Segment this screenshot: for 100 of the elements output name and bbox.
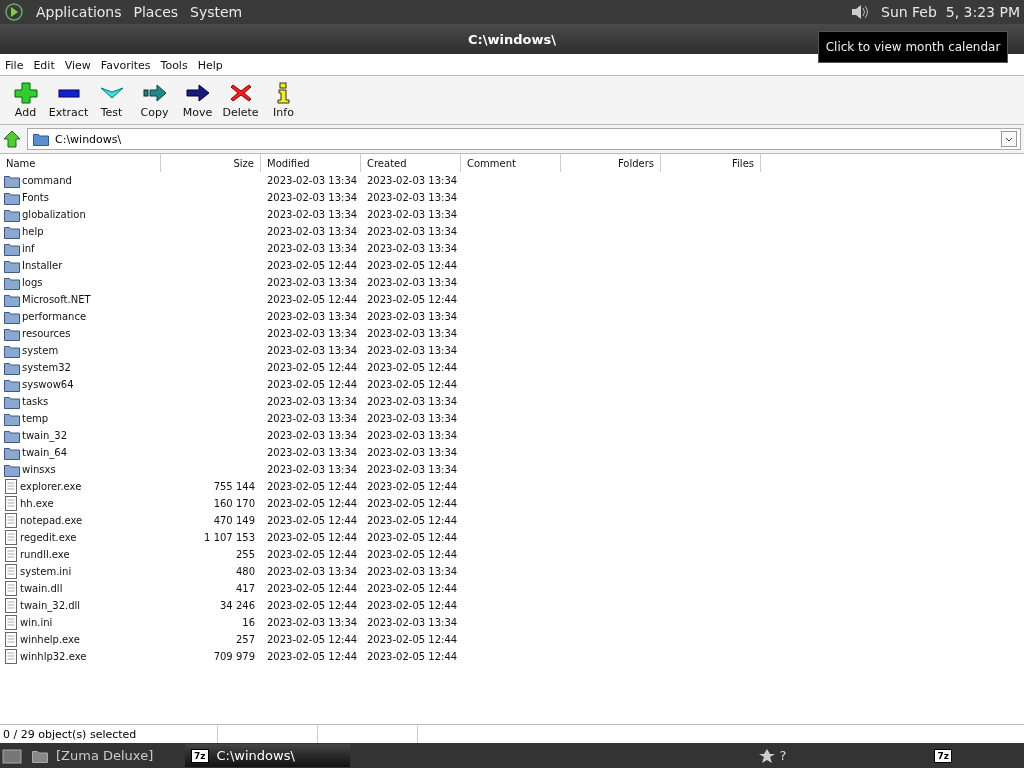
- file-name[interactable]: help: [22, 226, 44, 237]
- date-cell: 2023-02-03 13:34: [267, 226, 358, 237]
- date-cell: 2023-02-03 13:34: [267, 277, 358, 288]
- date-cell: 2023-02-03 13:34: [267, 209, 358, 220]
- toolbar-button[interactable]: Move: [176, 78, 219, 122]
- taskbar-button[interactable]: [Zuma Deluxe]: [26, 744, 181, 767]
- date-cell: 2023-02-03 13:34: [267, 175, 358, 186]
- size-cell: 755 144: [213, 481, 255, 492]
- date-cell: 2023-02-03 13:34: [367, 328, 458, 339]
- file-name[interactable]: twain_64: [22, 447, 68, 458]
- date-cell: 2023-02-03 13:34: [367, 277, 458, 288]
- app-icon: 7z: [191, 748, 209, 763]
- file-name[interactable]: performance: [22, 311, 87, 322]
- date-cell: 2023-02-05 12:44: [267, 549, 358, 560]
- size-cell: 1 107 153: [204, 532, 255, 543]
- date-cell: 2023-02-05 12:44: [367, 498, 458, 509]
- panel-menu[interactable]: System: [190, 4, 243, 20]
- tray-app-icon[interactable]: 7z: [934, 748, 952, 763]
- date-cell: 2023-02-03 13:34: [367, 413, 458, 424]
- date-cell: 2023-02-05 12:44: [267, 379, 358, 390]
- panel-menu[interactable]: Applications: [36, 4, 122, 20]
- address-field[interactable]: C:\windows\: [27, 128, 1021, 150]
- menu-item[interactable]: Edit: [33, 59, 55, 72]
- date-cell: 2023-02-03 13:34: [367, 396, 458, 407]
- toolbar-button[interactable]: Info: [262, 78, 305, 122]
- file-name[interactable]: inf: [22, 243, 35, 254]
- date-cell: 2023-02-03 13:34: [367, 430, 458, 441]
- date-cell: 2023-02-05 12:44: [367, 294, 458, 305]
- date-cell: 2023-02-05 12:44: [367, 481, 458, 492]
- file-name[interactable]: logs: [22, 277, 43, 288]
- size-cell: 255: [235, 549, 255, 560]
- file-name[interactable]: winhlp32.exe: [20, 651, 87, 662]
- file-name[interactable]: twain_32.dll: [20, 600, 81, 611]
- file-name[interactable]: win.ini: [20, 617, 53, 628]
- menu-item[interactable]: Tools: [160, 59, 188, 72]
- date-cell: 2023-02-03 13:34: [267, 617, 358, 628]
- toolbar-button[interactable]: Copy: [133, 78, 176, 122]
- date-cell: 2023-02-05 12:44: [267, 481, 358, 492]
- file-name[interactable]: system32: [22, 362, 71, 373]
- toolbar-button[interactable]: Delete: [219, 78, 262, 122]
- file-name[interactable]: explorer.exe: [20, 481, 82, 492]
- clock[interactable]: Sun Feb 5, 3:23 PM: [881, 4, 1020, 20]
- file-name[interactable]: temp: [22, 413, 49, 424]
- date-cell: 2023-02-05 12:44: [367, 260, 458, 271]
- menu-item[interactable]: Favorites: [100, 59, 151, 72]
- date-cell: 2023-02-05 12:44: [367, 549, 458, 560]
- address-text: C:\windows\: [55, 132, 123, 146]
- file-name[interactable]: globalization: [22, 209, 86, 220]
- file-name[interactable]: twain.dll: [20, 583, 63, 594]
- date-cell: 2023-02-03 13:34: [367, 617, 458, 628]
- file-name[interactable]: hh.exe: [20, 498, 54, 509]
- menu-item[interactable]: File: [5, 59, 24, 72]
- date-cell: 2023-02-03 13:34: [267, 328, 358, 339]
- file-name[interactable]: Fonts: [22, 192, 49, 203]
- date-cell: 2023-02-05 12:44: [267, 260, 358, 271]
- file-name[interactable]: twain_32: [22, 430, 68, 441]
- date-cell: 2023-02-05 12:44: [267, 362, 358, 373]
- menu-item[interactable]: Help: [197, 59, 223, 72]
- date-cell: 2023-02-05 12:44: [267, 600, 358, 611]
- file-name[interactable]: winhelp.exe: [20, 634, 80, 645]
- size-cell: 709 979: [213, 651, 255, 662]
- taskbar-button[interactable]: 7z C:\windows\: [185, 744, 350, 767]
- size-cell: 470 149: [213, 515, 255, 526]
- date-cell: 2023-02-03 13:34: [267, 447, 358, 458]
- date-cell: 2023-02-03 13:34: [267, 311, 358, 322]
- file-name[interactable]: tasks: [22, 396, 49, 407]
- date-cell: 2023-02-03 13:34: [367, 243, 458, 254]
- toolbar-button[interactable]: Test: [90, 78, 133, 122]
- date-cell: 2023-02-03 13:34: [367, 192, 458, 203]
- toolbar-button[interactable]: Add: [4, 78, 47, 122]
- date-cell: 2023-02-05 12:44: [267, 515, 358, 526]
- file-name[interactable]: notepad.exe: [20, 515, 83, 526]
- file-name[interactable]: regedit.exe: [20, 532, 77, 543]
- window-title: C:\windows\: [468, 31, 556, 47]
- file-name[interactable]: command: [22, 175, 72, 186]
- size-cell: 160 170: [213, 498, 255, 509]
- date-cell: 2023-02-05 12:44: [367, 362, 458, 373]
- date-cell: 2023-02-05 12:44: [267, 583, 358, 594]
- status-text: 0 / 29 object(s) selected: [3, 727, 137, 741]
- toolbar-button[interactable]: Extract: [47, 78, 90, 122]
- file-name[interactable]: system.ini: [20, 566, 72, 577]
- file-name[interactable]: Installer: [22, 260, 63, 271]
- menu-item[interactable]: View: [64, 59, 91, 72]
- date-cell: 2023-02-03 13:34: [267, 396, 358, 407]
- date-cell: 2023-02-03 13:34: [267, 192, 358, 203]
- date-cell: 2023-02-05 12:44: [367, 583, 458, 594]
- date-cell: 2023-02-05 12:44: [267, 294, 358, 305]
- file-name[interactable]: resources: [22, 328, 71, 339]
- date-cell: 2023-02-03 13:34: [367, 447, 458, 458]
- date-cell: 2023-02-05 12:44: [367, 532, 458, 543]
- date-cell: 2023-02-05 12:44: [267, 634, 358, 645]
- file-name[interactable]: system: [22, 345, 59, 356]
- date-cell: 2023-02-03 13:34: [367, 209, 458, 220]
- file-name[interactable]: Microsoft.NET: [22, 294, 91, 305]
- date-cell: 2023-02-03 13:34: [367, 345, 458, 356]
- file-name[interactable]: rundll.exe: [20, 549, 70, 560]
- file-name[interactable]: syswow64: [22, 379, 74, 390]
- panel-menu[interactable]: Places: [133, 4, 179, 20]
- date-cell: 2023-02-05 12:44: [367, 379, 458, 390]
- file-name[interactable]: winsxs: [22, 464, 56, 475]
